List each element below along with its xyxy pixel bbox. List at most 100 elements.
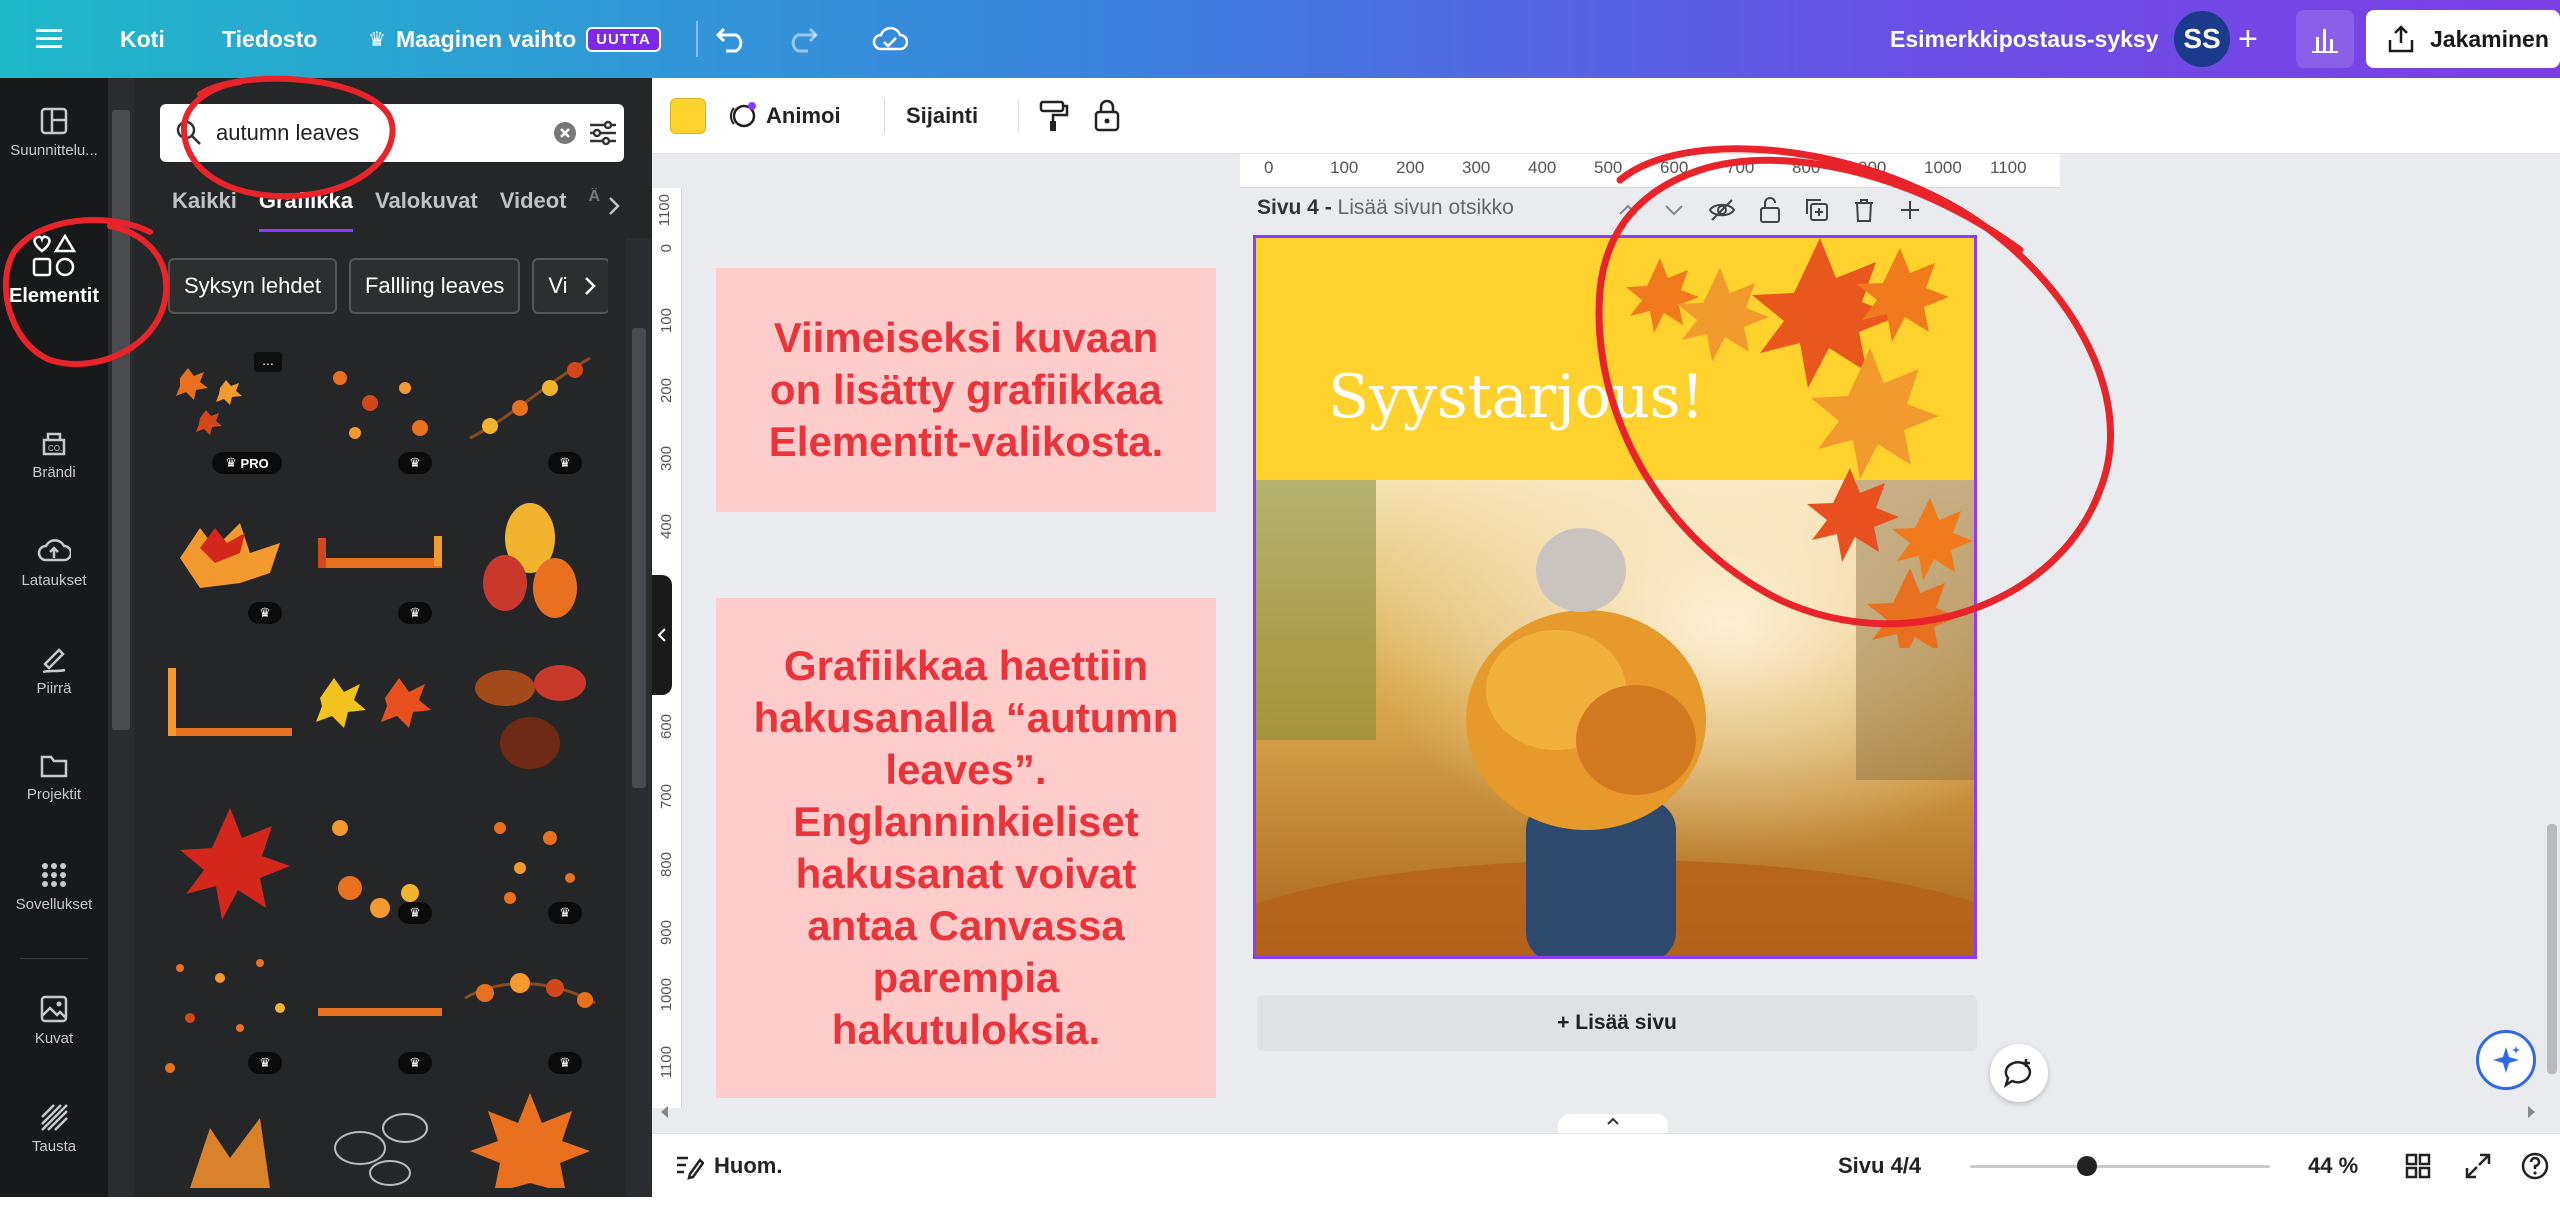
svg-text:CO.: CO. [48, 444, 62, 453]
rail-item-draw[interactable]: Piirrä [0, 644, 108, 697]
page-header: Sivu 4 - Lisää sivun otsikko [1257, 196, 1514, 220]
graphic-item[interactable]: ♛ [310, 348, 450, 480]
insights-button[interactable] [2296, 10, 2354, 68]
rail-divider [20, 958, 88, 959]
undo-button[interactable] [716, 0, 748, 78]
page-indicator[interactable]: Sivu 4/4 [1838, 1134, 1921, 1198]
home-link[interactable]: Koti [120, 0, 165, 78]
graphic-item[interactable] [460, 1088, 600, 1220]
graphic-item[interactable]: ♛ [160, 498, 300, 630]
outline-leaves-graphic [334, 1113, 428, 1186]
ruler-tick: 400 [1528, 158, 1557, 177]
add-comment-button[interactable] [1990, 1044, 2048, 1102]
photo-icon [40, 995, 68, 1023]
scroll-thumb[interactable] [112, 110, 130, 730]
leaf-border-graphic [318, 536, 442, 568]
panel-scrollbar[interactable] [626, 238, 652, 1197]
crown-icon: ♛ [398, 452, 432, 474]
fullscreen-icon[interactable] [2464, 1152, 2492, 1180]
chevron-up-icon [1607, 1117, 1619, 1125]
cloud-saved-button[interactable] [872, 0, 908, 78]
graphic-item[interactable]: ♛ [310, 498, 450, 630]
position-button[interactable]: Sijainti [906, 78, 978, 154]
zoom-slider-thumb[interactable] [2077, 1156, 2097, 1176]
document-title[interactable]: Esimerkkipostaus-syksy [1890, 0, 2159, 78]
rail-item-photos[interactable]: Kuvat [0, 994, 108, 1047]
graphic-item[interactable]: ♛ [310, 798, 450, 930]
zoom-level[interactable]: 44 % [2308, 1134, 2358, 1198]
graphic-item[interactable]: ♛ [460, 948, 600, 1080]
crown-icon: ♛ [398, 602, 432, 624]
rail-label: Brändi [32, 464, 76, 481]
graphic-item[interactable] [160, 648, 300, 780]
chip[interactable]: Syksyn lehdet [168, 258, 337, 314]
filter-icon[interactable] [588, 119, 618, 147]
crown-icon: ♛ [398, 902, 432, 924]
tab-videos[interactable]: Videot [500, 188, 567, 232]
avatar[interactable]: SS [2174, 11, 2230, 67]
brand-icon: CO. [42, 432, 66, 456]
tab-audio[interactable]: Ä [589, 188, 601, 232]
magic-assistant-button[interactable] [2476, 1030, 2536, 1090]
scroll-thumb[interactable] [632, 328, 646, 788]
rail-item-apps[interactable]: Sovellukset [0, 860, 108, 913]
animate-button[interactable]: Animoi [726, 78, 841, 154]
chips-chevron-right-icon[interactable] [582, 274, 598, 298]
tabs-chevron-right-icon[interactable] [606, 194, 622, 218]
plus-icon: + [2238, 19, 2258, 58]
paint-roller-icon[interactable] [1038, 99, 1070, 133]
zoom-slider[interactable] [1970, 1165, 2270, 1168]
magic-switch-button[interactable]: ♛ Maaginen vaihto UUTTA [368, 0, 661, 78]
ruler-tick: 700 [658, 784, 675, 810]
help-icon[interactable] [2520, 1151, 2550, 1181]
ruler-tick: 1100 [656, 194, 673, 227]
cloud-check-icon [872, 26, 908, 51]
ruler-tick: 900 [658, 920, 675, 946]
graphic-item[interactable]: ♛ [310, 948, 450, 1080]
color-swatch[interactable] [670, 98, 706, 134]
add-page-button[interactable]: + Lisää sivu [1257, 995, 1977, 1051]
share-upload-icon [2388, 25, 2414, 53]
chip[interactable]: Fallling leaves [348, 258, 521, 314]
menu-button[interactable] [36, 0, 62, 78]
graphic-item[interactable]: ♛ [460, 348, 600, 480]
leaves-graphic [190, 1118, 270, 1188]
more-options-button[interactable]: ... [254, 352, 282, 372]
graphic-item[interactable]: ... ♛ PRO [160, 348, 300, 480]
rail-item-uploads[interactable]: Lataukset [0, 536, 108, 589]
graphic-item[interactable] [460, 498, 600, 630]
chevron-left-icon[interactable] [658, 1104, 670, 1120]
elements-panel: autumn leaves Kaikki Grafiikka Valokuvat… [134, 78, 652, 1197]
animate-label: Animoi [766, 103, 841, 128]
graphic-item[interactable] [460, 648, 600, 780]
clear-icon[interactable] [552, 120, 578, 146]
bar-chart-icon [2312, 29, 2338, 53]
rail-item-design[interactable]: Suunnittelu... [0, 106, 108, 159]
redo-button[interactable] [786, 0, 818, 78]
collapse-panel-handle[interactable] [652, 575, 672, 695]
lock-icon[interactable] [1092, 98, 1122, 132]
graphic-item[interactable]: ♛ [160, 948, 300, 1080]
graphic-item[interactable] [310, 648, 450, 780]
red-maple-graphic [180, 808, 290, 920]
rail-item-projects[interactable]: Projektit [0, 752, 108, 803]
add-collaborator-button[interactable]: + [2238, 0, 2258, 78]
notes-icon [677, 1156, 704, 1180]
sparkle-icon [2493, 1046, 2520, 1073]
chevron-right-icon[interactable] [2526, 1104, 2538, 1120]
scroll-thumb[interactable] [2547, 824, 2557, 1074]
graphic-item[interactable] [160, 1088, 300, 1220]
rail-item-background[interactable]: Tausta [0, 1102, 108, 1155]
grid-view-icon[interactable] [2404, 1152, 2432, 1180]
graphic-item[interactable]: ♛ [460, 798, 600, 930]
canvas-scrollbar[interactable] [2544, 154, 2560, 1133]
rail-item-brand[interactable]: CO. Brändi [0, 428, 108, 481]
page-title-input[interactable]: Lisää sivun otsikko [1338, 196, 1514, 219]
graphic-item[interactable] [310, 1088, 450, 1220]
share-button[interactable]: Jakaminen [2366, 10, 2560, 68]
leaves-graphic [475, 665, 586, 769]
notes-button[interactable]: Huom. [674, 1134, 782, 1198]
annotation-circle-elements [3, 217, 170, 367]
apps-icon [42, 863, 66, 887]
graphic-item[interactable] [160, 798, 300, 930]
